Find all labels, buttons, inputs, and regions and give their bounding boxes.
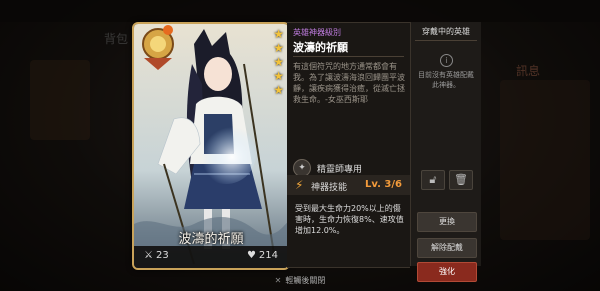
- skill-description: 受到最大生命力20%以上的傷害時，生命力恢復8%、速攻值增加12.0%。: [295, 204, 404, 235]
- star-icon: ★: [273, 69, 284, 83]
- artifact-description: 有這個符咒的地方通常都會有我。為了讓波濤海浪回歸團平波靜，讓疾病獲得治癒，從滅亡…: [293, 62, 405, 104]
- divider: [415, 40, 477, 41]
- unequip-button[interactable]: 解除配戴: [417, 238, 477, 258]
- info-icon: i: [440, 54, 453, 67]
- close-text: 輕觸後關閉: [285, 276, 326, 285]
- sword-icon: ⚔: [144, 250, 153, 261]
- skill-label: 神器技能: [311, 183, 348, 193]
- attack-stat: ⚔ 23: [144, 250, 169, 261]
- star-icon: ★: [273, 55, 284, 69]
- health-value: 214: [258, 250, 278, 261]
- tap-to-close[interactable]: ✕ 輕觸後關閉: [0, 275, 600, 286]
- star-icon: ★: [273, 27, 284, 41]
- no-hero-text: 目前沒有英雄配戴此神器。: [418, 71, 474, 89]
- attack-value: 23: [155, 250, 169, 261]
- trash-icon: 🗑︎: [454, 173, 468, 186]
- star-icon: ★: [273, 83, 284, 97]
- artifact-grade-tag: 英雄神器級別: [293, 28, 341, 37]
- artifact-info-panel: 英雄神器級別 波濤的祈願 有這個符咒的地方通常都會有我。為了讓波濤海浪回歸團平波…: [287, 22, 410, 268]
- close-icon: ✕: [274, 276, 282, 285]
- artifact-title: 波濤的祈願: [293, 41, 348, 54]
- skill-level: Lv. 3/6: [365, 179, 402, 190]
- card-name: 波濤的祈願: [178, 232, 244, 247]
- star-icon: ★: [273, 41, 284, 55]
- divider: [293, 56, 404, 57]
- wearing-hero-panel: 穿戴中的英雄 i 目前沒有英雄配戴此神器。 🔓︎ 🗑︎ 更換 解除配戴 強化: [410, 22, 481, 282]
- card-stats-bar: ⚔ 23 ♥ 214: [134, 246, 288, 268]
- sun-emblem-icon: [142, 25, 174, 70]
- exclusive-label: 精靈師專用: [317, 164, 363, 175]
- change-button[interactable]: 更換: [417, 212, 477, 232]
- heart-icon: ♥: [246, 250, 256, 261]
- skill-bar: ⚡ 神器技能 Lv. 3/6: [287, 175, 410, 195]
- lock-icon: 🔓︎: [429, 173, 437, 186]
- lock-button[interactable]: 🔓︎: [421, 170, 445, 190]
- delete-button[interactable]: 🗑︎: [449, 170, 473, 190]
- artifact-card: ★ ★ ★ ★ ★ 波濤的祈願 ⚔ 23 ♥ 214: [132, 22, 290, 270]
- star-rating: ★ ★ ★ ★ ★: [273, 28, 284, 97]
- lightning-icon: ⚡: [295, 178, 304, 192]
- health-stat: ♥ 214: [247, 250, 278, 261]
- wearing-title: 穿戴中的英雄: [422, 27, 470, 36]
